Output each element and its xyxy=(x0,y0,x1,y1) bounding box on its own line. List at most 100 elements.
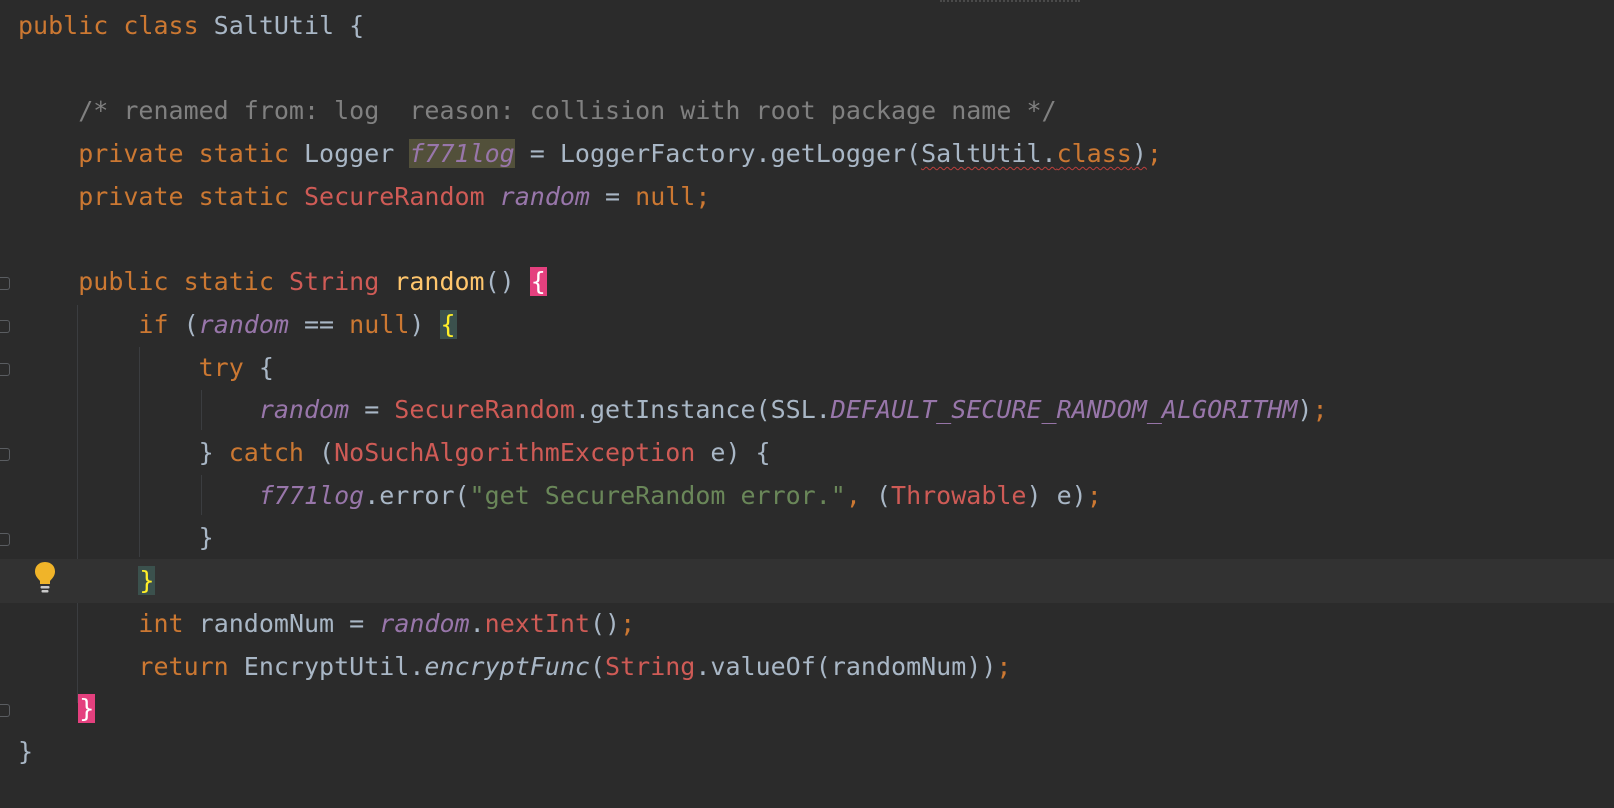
code-token: ( xyxy=(589,651,606,681)
code-token: SecureRandom xyxy=(394,395,575,425)
code-token: randomNum = xyxy=(198,608,380,638)
code-token: catch xyxy=(228,438,320,467)
code-line[interactable]: } catch (NoSuchAlgorithmException e) { xyxy=(0,431,1614,475)
code-token: nextInt xyxy=(484,608,590,638)
code-token: ) e) xyxy=(1026,480,1087,510)
code-line[interactable]: public class SaltUtil { xyxy=(0,4,1614,48)
code-token: if xyxy=(138,309,184,339)
code-line[interactable]: random = SecureRandom.getInstance(SSL.DE… xyxy=(0,388,1614,432)
code-line[interactable]: private static SecureRandom random = nul… xyxy=(0,175,1614,219)
code-token: } xyxy=(78,694,96,724)
code-token: ( xyxy=(319,438,335,467)
code-token: f771log xyxy=(258,480,365,510)
code-line-text: private static Logger f771log = LoggerFa… xyxy=(18,132,1162,176)
code-token: ; xyxy=(620,608,636,638)
code-line-text: } xyxy=(18,687,96,731)
code-token: e) { xyxy=(710,438,771,467)
code-token: random xyxy=(379,608,470,638)
code-token: "get SecureRandom error." xyxy=(469,480,846,510)
code-line[interactable]: } xyxy=(0,559,1614,604)
code-token: class xyxy=(1056,139,1132,169)
code-line-text: /* renamed from: log reason: collision w… xyxy=(18,89,1057,133)
code-token: () xyxy=(484,267,530,297)
code-token: class xyxy=(123,11,214,40)
code-token: random xyxy=(258,395,350,425)
code-line[interactable]: if (random == null) { xyxy=(0,303,1614,347)
code-line[interactable]: } xyxy=(0,687,1614,731)
code-token: ) xyxy=(1297,395,1313,425)
code-line[interactable]: public static String random() { xyxy=(0,260,1614,304)
code-token: f771log xyxy=(409,139,515,169)
code-token: DEFAULT_SECURE_RANDOM_ALGORITHM xyxy=(830,395,1298,425)
code-line-text: } xyxy=(18,516,214,560)
code-token: SaltUtil xyxy=(213,11,350,40)
code-token: return xyxy=(138,651,244,681)
code-line[interactable] xyxy=(0,218,1614,262)
code-line[interactable]: int randomNum = random.nextInt(); xyxy=(0,602,1614,646)
code-token: private static xyxy=(78,181,304,211)
code-token: SaltUtil. xyxy=(921,139,1057,169)
code-token: { xyxy=(258,352,274,382)
code-token: { xyxy=(349,11,365,40)
code-token: . xyxy=(469,608,485,638)
code-token: } xyxy=(138,566,156,596)
code-line-text: private static SecureRandom random = nul… xyxy=(18,175,710,219)
code-token: == xyxy=(288,309,350,339)
code-token: { xyxy=(439,309,457,339)
code-token: , xyxy=(845,480,876,510)
code-line[interactable]: } xyxy=(0,730,1614,774)
code-line[interactable]: try { xyxy=(0,346,1614,390)
code-token: .error( xyxy=(364,480,470,510)
code-token: private static xyxy=(78,139,304,169)
code-token: .valueOf(randomNum)) xyxy=(695,651,997,681)
code-token: random xyxy=(198,309,289,339)
code-editor[interactable]: public class SaltUtil { /* renamed from:… xyxy=(0,0,1614,808)
code-token: ; xyxy=(1146,139,1162,169)
code-line-text: f771log.error("get SecureRandom error.",… xyxy=(18,474,1102,518)
code-token: null xyxy=(349,309,410,339)
code-token: Logger xyxy=(304,139,410,169)
code-token: .getInstance(SSL. xyxy=(574,395,831,425)
code-line[interactable]: f771log.error("get SecureRandom error.",… xyxy=(0,474,1614,518)
code-line-text: } xyxy=(18,730,33,774)
code-token: = xyxy=(349,395,395,425)
code-line-text: if (random == null) { xyxy=(18,303,457,347)
code-token: ) xyxy=(409,309,440,339)
code-token: } xyxy=(18,438,229,467)
code-token: ) xyxy=(1131,139,1147,169)
code-token: null xyxy=(635,181,696,211)
code-token: String xyxy=(288,267,395,297)
code-line[interactable]: private static Logger f771log = LoggerFa… xyxy=(0,132,1614,176)
code-line-text: int randomNum = random.nextInt(); xyxy=(18,602,635,646)
code-token: random xyxy=(499,181,590,211)
lightbulb-icon[interactable] xyxy=(34,561,56,595)
code-token: /* renamed from: log reason: collision w… xyxy=(78,96,1057,126)
code-line-text: random = SecureRandom.getInstance(SSL.DE… xyxy=(18,388,1328,432)
code-token: ( xyxy=(183,309,199,339)
code-line[interactable]: return EncryptUtil.encryptFunc(String.va… xyxy=(0,645,1614,689)
code-token: Throwable xyxy=(891,480,1027,510)
code-line-text: try { xyxy=(18,346,274,390)
code-token: int xyxy=(138,608,199,638)
code-token: public xyxy=(18,11,124,40)
code-token: String xyxy=(605,651,696,681)
code-token: ( xyxy=(875,480,892,510)
code-line[interactable]: } xyxy=(0,516,1614,560)
code-line-text: public class SaltUtil { xyxy=(18,4,364,48)
code-token: NoSuchAlgorithmException xyxy=(334,438,711,467)
code-token: = LoggerFactory.getLogger( xyxy=(514,139,922,169)
code-token: = xyxy=(589,181,636,211)
code-token: try xyxy=(198,352,259,382)
code-line[interactable] xyxy=(0,47,1614,91)
code-line[interactable]: /* renamed from: log reason: collision w… xyxy=(0,89,1614,133)
